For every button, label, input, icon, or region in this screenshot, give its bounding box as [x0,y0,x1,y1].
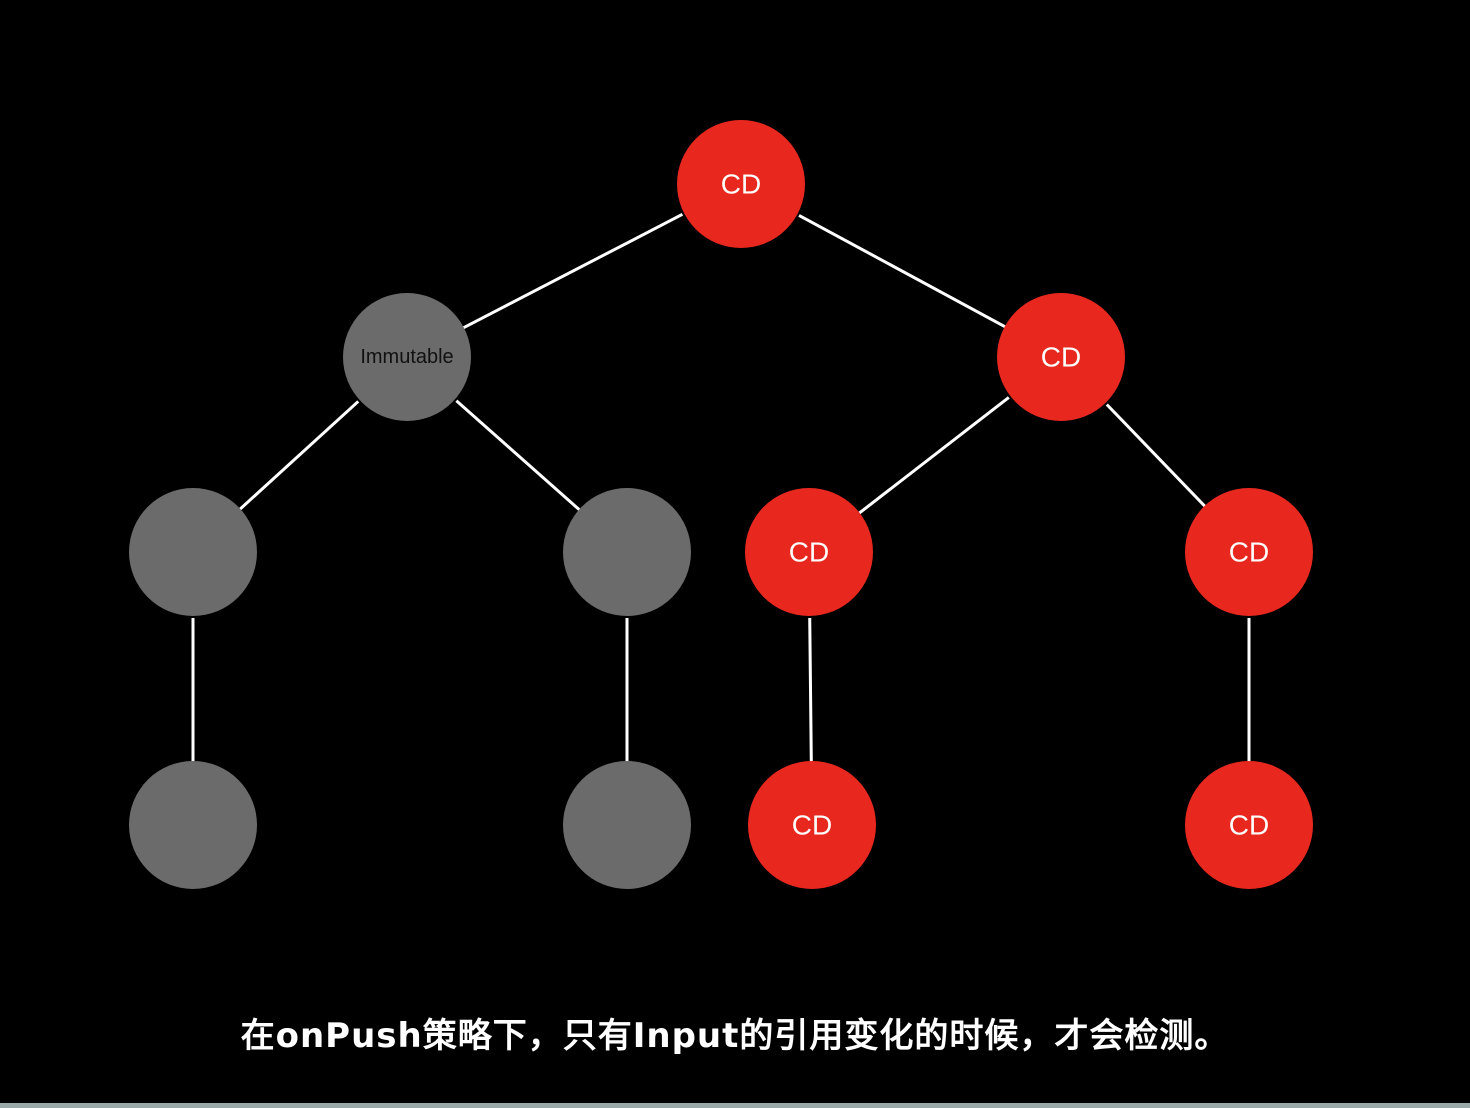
node-label-root: CD [721,169,761,200]
node-right-left: CD [745,488,873,616]
edge-right-to-right-left [850,396,1010,521]
node-left-right-child [563,761,691,889]
node-right-right: CD [1185,488,1313,616]
tree-diagram: CD Immutable CD CD CD CD CD [129,120,1313,889]
caption-text: 在onPush策略下，只有Input的引用变化的时候，才会检测。 [240,1016,1230,1056]
edge-root-to-left [454,213,684,334]
edge-root-to-right [798,214,1015,333]
node-left-right [563,488,691,616]
node-label-right-right-child: CD [1229,810,1269,841]
nodes-layer: CD Immutable CD CD CD CD CD [129,120,1313,889]
node-left-left-child [129,761,257,889]
bottom-divider [0,1103,1470,1108]
node-right-left-child: CD [748,761,876,889]
node-root: CD [677,120,805,248]
node-label-right-left: CD [789,537,829,568]
edges-layer [191,213,1251,772]
node-circle-left-right [563,488,691,616]
node-left: Immutable [343,293,471,421]
node-label-right: CD [1041,342,1081,373]
node-label-right-left-child: CD [792,810,832,841]
edge-left-to-left-right [455,399,588,518]
node-right: CD [997,293,1125,421]
node-left-left [129,488,257,616]
edge-right-to-right-right [1105,403,1213,515]
edge-right-left-to-right-left-child [808,617,813,772]
node-circle-left-left [129,488,257,616]
node-label-left: Immutable [360,346,453,368]
node-label-right-right: CD [1229,537,1269,568]
node-circle-left-right-child [563,761,691,889]
node-right-right-child: CD [1185,761,1313,889]
edge-left-to-left-left [231,400,360,517]
node-circle-left-left-child [129,761,257,889]
